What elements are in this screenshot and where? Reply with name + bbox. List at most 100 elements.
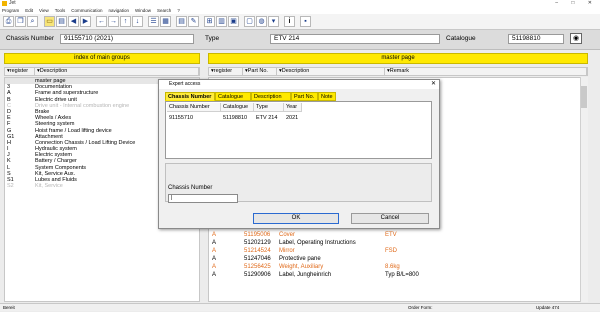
tree-icon[interactable]: ⊞ [204, 16, 215, 27]
part-number-cell: 51256425 [244, 264, 271, 270]
nav-forward-icon[interactable]: → [108, 16, 119, 27]
remark-cell: ETV [385, 232, 397, 238]
edit-icon[interactable]: ✎ [188, 16, 199, 27]
window-icon[interactable]: ▣ [228, 16, 239, 27]
ok-button[interactable]: OK [253, 213, 339, 224]
camera-icon[interactable]: ◉ [570, 33, 582, 44]
cancel-button[interactable]: Cancel [351, 213, 429, 224]
col-year[interactable]: Year [284, 103, 302, 112]
menu-communication[interactable]: Communication [71, 7, 102, 14]
col-chassis-number[interactable]: Chassis Number [167, 103, 221, 112]
menu-bar: Program Edit View Tools Communication na… [0, 7, 600, 14]
scrollbar-thumb[interactable] [581, 86, 587, 108]
col-catalogue[interactable]: Catalogue [221, 103, 254, 112]
search-icon[interactable]: ⌕ [27, 16, 38, 27]
description-cell: Mirror [279, 248, 295, 254]
table-icon[interactable]: ▤ [176, 16, 187, 27]
left-panel-title: index of main groups [4, 53, 200, 64]
part-number-cell: 51195006 [244, 232, 271, 238]
nav-up-icon[interactable]: ↑ [120, 16, 131, 27]
menu-search[interactable]: Search [157, 7, 171, 14]
description-cell: Cover [279, 232, 296, 238]
table-row[interactable]: A 51202129 Label, Operating Instructions [209, 239, 579, 247]
left-column-headers: ▾register ▾Description [4, 67, 200, 76]
description-cell: Label, Jungheinrich [279, 272, 332, 278]
toolbar: ⎙ ❐ ⌕ ▭ ▤ ◀ ▶ ← → ↑ ↓ ☰ ▦ ▤ ✎ ⊞ ▥ ▣ ▢ ◍ … [0, 14, 600, 30]
vertical-scrollbar[interactable] [580, 77, 588, 302]
print-icon[interactable]: ⎙ [3, 16, 14, 27]
window-controls[interactable]: – □ ✕ [555, 0, 598, 7]
menu-window[interactable]: Window [135, 7, 151, 14]
type-value: ETV 214 [270, 34, 440, 44]
col-description[interactable]: ▾Description [277, 68, 385, 75]
description-cell: Weight, Auxiliary [279, 264, 324, 270]
menu-navigation[interactable]: navigation [109, 7, 130, 14]
dialog-title: Expert access [159, 80, 439, 89]
nav-back-icon[interactable]: ← [96, 16, 107, 27]
window-title: Jet [9, 0, 16, 6]
register-cell: A [212, 248, 217, 254]
chassis-number-group-label: Chassis Number [168, 185, 213, 191]
table-row[interactable]: A 51256425 Weight, Auxiliary 8.6kg [209, 263, 579, 271]
clipboard-icon[interactable]: ▢ [244, 16, 255, 27]
tab-description[interactable]: Description [251, 92, 291, 101]
document-icon[interactable]: ▤ [56, 16, 67, 27]
nav-down-icon[interactable]: ↓ [132, 16, 143, 27]
remark-cell: FSD [385, 248, 397, 254]
col-remark[interactable]: ▾Remark [385, 68, 587, 75]
tab-chassis-number[interactable]: Chassis Number [165, 92, 215, 101]
globe-icon[interactable]: ◍ [256, 16, 267, 27]
menu-tools[interactable]: Tools [55, 7, 66, 14]
description-cell: Label, Operating Instructions [279, 240, 356, 246]
register-cell: A [212, 256, 217, 262]
part-number-cell: 51290906 [244, 272, 271, 278]
chassis-number-label: Chassis Number [6, 35, 55, 42]
register-cell: S2 [7, 183, 14, 190]
menu-program[interactable]: Program [2, 7, 19, 14]
status-bar: Bereit Order Form: Update 474 [0, 303, 600, 311]
copy-icon[interactable]: ❐ [15, 16, 26, 27]
app-icon [2, 1, 7, 6]
info-icon[interactable]: i [284, 16, 295, 27]
menu-help[interactable]: ? [177, 7, 180, 14]
save-icon[interactable]: ▪ [300, 16, 311, 27]
forward-arrow-icon[interactable]: ▶ [80, 16, 91, 27]
part-number-cell: 51202129 [244, 240, 271, 246]
col-register[interactable]: ▾register [5, 68, 35, 75]
table-row[interactable]: A 51247046 Protective pane [209, 255, 579, 263]
tab-note[interactable]: Note [318, 92, 336, 101]
results-table: Chassis Number Catalogue Type Year 91155… [165, 101, 432, 159]
cell-type: ETV 214 [256, 115, 278, 121]
table-row[interactable]: A 51290906 Label, Jungheinrich Typ B/L=800 [209, 271, 579, 279]
folder-icon[interactable]: ▭ [44, 16, 55, 27]
catalogue-label: Catalogue [446, 35, 476, 42]
chassis-number-value: 91155710 (2021) [60, 34, 194, 44]
table-row[interactable]: A 51214524 Mirror FSD [209, 247, 579, 255]
part-number-cell: 51247046 [244, 256, 271, 262]
col-description[interactable]: ▾Description [35, 68, 199, 75]
col-part-no[interactable]: ▾Part No. [243, 68, 277, 75]
description-cell: Protective pane [279, 256, 321, 262]
table-row[interactable]: A 51195006 Cover ETV [209, 231, 579, 239]
menu-view[interactable]: View [39, 7, 49, 14]
dropdown-icon[interactable]: ▾ [268, 16, 279, 27]
chassis-number-input[interactable]: | [168, 194, 238, 203]
expert-access-dialog: Expert access ✕ Chassis Number Catalogue… [158, 79, 440, 229]
register-cell: A [212, 272, 217, 278]
cell-catalogue: 51198810 [223, 115, 248, 121]
tab-catalogue[interactable]: Catalogue [215, 92, 251, 101]
cell-chassis-number: 91155710 [169, 115, 194, 121]
col-register[interactable]: ▾register [209, 68, 243, 75]
chart-icon[interactable]: ▥ [216, 16, 227, 27]
tab-part-no[interactable]: Part No. [291, 92, 318, 101]
catalogue-value: 51198810 [508, 34, 564, 44]
grid-icon[interactable]: ▦ [160, 16, 171, 27]
remark-cell: Typ B/L=800 [385, 272, 419, 278]
close-icon[interactable]: ✕ [431, 80, 436, 89]
menu-edit[interactable]: Edit [25, 7, 33, 14]
col-type[interactable]: Type [254, 103, 284, 112]
register-cell: A [212, 240, 217, 246]
cell-year: 2021 [286, 115, 299, 121]
list-icon[interactable]: ☰ [148, 16, 159, 27]
back-arrow-icon[interactable]: ◀ [68, 16, 79, 27]
